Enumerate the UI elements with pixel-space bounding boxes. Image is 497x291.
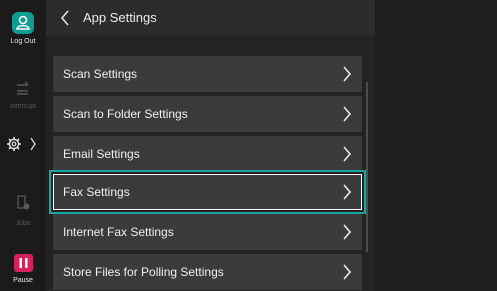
pause-icon [13,254,33,272]
interrupt-label: Interrupt [9,103,37,110]
jobs-icon [17,195,30,210]
chevron-right-icon [343,264,351,280]
settings-list[interactable]: Scan Settings Scan to Folder Settings Em… [46,36,375,291]
settings-nav[interactable] [0,136,46,157]
settings-panel: App Settings Scan Settings Scan to Folde… [46,0,375,291]
gear-icon [7,137,36,151]
right-empty-area [375,0,497,291]
list-item-internet-fax-settings[interactable]: Internet Fax Settings [53,214,362,250]
jobs-label: Jobs [15,220,31,227]
pause-button[interactable]: Pause [0,254,46,285]
user-icon [12,12,34,34]
list-item-fax-settings[interactable]: Fax Settings [49,170,366,214]
list-item-label: Store Files for Polling Settings [63,265,224,279]
list-item-label: Scan to Folder Settings [63,107,188,121]
list-scrollbar[interactable] [366,82,368,252]
logout-label: Log Out [10,38,36,45]
chevron-right-icon [343,184,351,200]
chevron-right-icon [343,106,351,122]
jobs-button[interactable]: Jobs [0,194,46,228]
interrupt-button[interactable]: Interrupt [0,81,46,111]
header-bar: App Settings [46,0,375,36]
chevron-right-icon [343,224,351,240]
list-item-label: Internet Fax Settings [63,225,174,239]
chevron-right-icon [343,66,351,82]
chevron-right-icon [343,146,351,162]
list-item-email-settings[interactable]: Email Settings [53,136,362,172]
logout-button[interactable]: Log Out [0,12,46,46]
list-item-label: Scan Settings [63,67,138,81]
list-item-scan-to-folder-settings[interactable]: Scan to Folder Settings [53,96,362,132]
pause-label: Pause [13,277,33,284]
chevron-left-icon [61,10,69,26]
list-item-label: Email Settings [63,147,140,161]
left-rail: Log Out Interrupt Jobs Pause [0,0,46,291]
page-title: App Settings [83,10,157,25]
back-button[interactable] [58,10,72,26]
list-item-store-files-for-polling-settings[interactable]: Store Files for Polling Settings [53,254,362,290]
list-item-scan-settings[interactable]: Scan Settings [53,56,362,92]
list-item-label: Fax Settings [63,185,130,199]
interrupt-icon [17,81,29,95]
